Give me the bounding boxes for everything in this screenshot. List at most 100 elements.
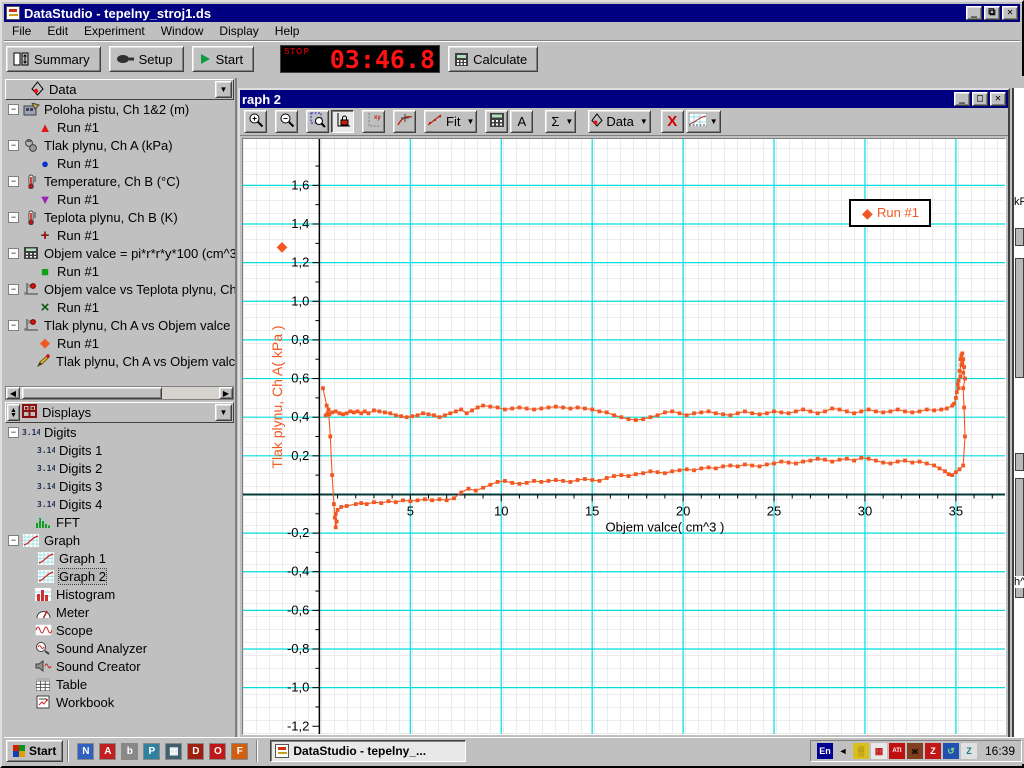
data-item[interactable]: −Objem valce = pi*r*r*y*100 (cm^3: [4, 244, 235, 262]
graph-maximize-button[interactable]: □: [972, 92, 988, 106]
antivirus-icon[interactable]: Z: [925, 743, 941, 759]
chevron-down-icon[interactable]: ▼: [640, 117, 648, 126]
calculate-button[interactable]: Calculate: [448, 46, 538, 72]
zoom-select-button[interactable]: [306, 110, 329, 133]
scroll-right-icon[interactable]: ▶: [219, 387, 233, 399]
start-button[interactable]: Start: [192, 46, 254, 72]
data-item[interactable]: −Temperature, Ch B (°C): [4, 172, 235, 190]
bird-icon[interactable]: b: [121, 743, 138, 760]
volume-icon[interactable]: ◄: [835, 743, 851, 759]
statistics-button[interactable]: Σ▼: [545, 110, 576, 133]
scrollbar-thumb[interactable]: [22, 387, 162, 399]
paint-icon[interactable]: P: [143, 743, 160, 760]
chevron-down-icon[interactable]: ▼: [710, 117, 718, 126]
display-item-workbook[interactable]: Workbook: [4, 693, 235, 711]
menu-item-edit[interactable]: Edit: [39, 22, 76, 40]
chevron-down-icon[interactable]: ▼: [565, 117, 573, 126]
display-item-digits-4[interactable]: 3.14Digits 4: [4, 495, 235, 513]
devil-icon[interactable]: ж: [907, 743, 923, 759]
flame-icon[interactable]: F: [231, 743, 248, 760]
fit-menu-button[interactable]: Fit▼: [424, 110, 477, 133]
run-item[interactable]: ●Run #1: [4, 154, 235, 172]
smart-tool-button[interactable]: [393, 110, 416, 133]
calculator-button[interactable]: [485, 110, 508, 133]
display-item-scope[interactable]: Scope: [4, 621, 235, 639]
displays-section-header[interactable]: ▲▼ Displays ▼: [5, 402, 234, 423]
display-item-sound-creator[interactable]: Sound Creator: [4, 657, 235, 675]
display-item-graph-2[interactable]: Graph 2: [4, 567, 235, 585]
restore-button[interactable]: ⧉: [984, 6, 1000, 20]
display-item-fft[interactable]: FFT: [4, 513, 235, 531]
sync-icon[interactable]: ↺: [943, 743, 959, 759]
minimize-button[interactable]: _: [966, 6, 982, 20]
run-item[interactable]: ▼Run #1: [4, 190, 235, 208]
collapse-icon[interactable]: −: [8, 427, 19, 438]
chevron-down-icon[interactable]: ▼: [466, 117, 474, 126]
notes-icon[interactable]: N: [77, 743, 94, 760]
taskbar-task-datastudio[interactable]: DataStudio - tepelny_...: [270, 740, 466, 762]
panel-splitter-spin[interactable]: ▲▼: [7, 404, 20, 421]
start-menu-button[interactable]: Start: [6, 740, 63, 762]
calculator-icon[interactable]: ▦: [165, 743, 182, 760]
data-tree-hscrollbar[interactable]: ◀ ▶: [5, 386, 234, 400]
run-item[interactable]: ×Run #1: [4, 298, 235, 316]
menu-item-file[interactable]: File: [4, 22, 39, 40]
dragon-icon[interactable]: D: [187, 743, 204, 760]
data-menu-button[interactable]: Data▼: [588, 110, 650, 133]
utility-icon[interactable]: ▒: [853, 743, 869, 759]
scale-to-fit-button[interactable]: [331, 110, 354, 133]
scheduler-icon[interactable]: ▦: [871, 743, 887, 759]
graph-close-button[interactable]: ✕: [990, 92, 1006, 106]
language-indicator[interactable]: En: [817, 743, 833, 759]
displays-dropdown-button[interactable]: ▼: [215, 404, 232, 421]
display-item-digits-2[interactable]: 3.14Digits 2: [4, 459, 235, 477]
acrobat-icon[interactable]: A: [99, 743, 116, 760]
text-annotation-button[interactable]: A: [510, 110, 533, 133]
zoom-in-button[interactable]: [244, 110, 267, 133]
ati-icon[interactable]: ATI: [889, 743, 905, 759]
run-item[interactable]: +Run #1: [4, 226, 235, 244]
summary-button[interactable]: Summary: [6, 46, 101, 72]
graph-titlebar[interactable]: raph 2 _ □ ✕: [240, 90, 1008, 108]
menu-item-experiment[interactable]: Experiment: [76, 22, 153, 40]
display-item-graph-1[interactable]: Graph 1: [4, 549, 235, 567]
delete-button[interactable]: X: [661, 110, 684, 133]
collapse-icon[interactable]: −: [8, 284, 19, 295]
collapse-icon[interactable]: −: [8, 320, 19, 331]
close-button[interactable]: ✕: [1002, 6, 1018, 20]
data-item[interactable]: −Teplota plynu, Ch B (K): [4, 208, 235, 226]
collapse-icon[interactable]: −: [8, 140, 19, 151]
menu-item-help[interactable]: Help: [267, 22, 308, 40]
data-item[interactable]: −xyTlak plynu, Ch A vs Objem valce: [4, 316, 235, 334]
display-item-sound-analyzer[interactable]: Sound Analyzer: [4, 639, 235, 657]
collapse-icon[interactable]: −: [8, 212, 19, 223]
axes-settings-button[interactable]: xy: [362, 110, 385, 133]
display-item-meter[interactable]: Meter: [4, 603, 235, 621]
collapse-icon[interactable]: −: [8, 248, 19, 259]
connection-icon[interactable]: Z: [961, 743, 977, 759]
zoom-out-button[interactable]: [275, 110, 298, 133]
data-dropdown-button[interactable]: ▼: [215, 81, 232, 98]
data-item[interactable]: −Poloha pistu, Ch 1&2 (m): [4, 100, 235, 118]
opera-icon[interactable]: O: [209, 743, 226, 760]
graph-minimize-button[interactable]: _: [954, 92, 970, 106]
collapse-icon[interactable]: −: [8, 104, 19, 115]
data-section-header[interactable]: Data ▼: [5, 79, 234, 100]
display-item-graph[interactable]: −Graph: [4, 531, 235, 549]
run-item[interactable]: ■Run #1: [4, 262, 235, 280]
scroll-left-icon[interactable]: ◀: [6, 387, 20, 399]
collapse-icon[interactable]: −: [8, 176, 19, 187]
collapse-icon[interactable]: −: [8, 535, 19, 546]
run-item[interactable]: ▲Run #1: [4, 118, 235, 136]
display-item-digits-3[interactable]: 3.14Digits 3: [4, 477, 235, 495]
data-item[interactable]: −xyObjem valce vs Teplota plynu, Ch: [4, 280, 235, 298]
run-item[interactable]: ◆Run #1: [4, 334, 235, 352]
display-item-digits[interactable]: −3.14Digits: [4, 423, 235, 441]
display-item-table[interactable]: Table: [4, 675, 235, 693]
display-item-digits-1[interactable]: 3.14Digits 1: [4, 441, 235, 459]
menu-item-display[interactable]: Display: [211, 22, 266, 40]
plot-area[interactable]: 1,61,41,21,00,80,60,40,2-0,2-0,4-0,6-0,8…: [242, 138, 1006, 735]
data-item[interactable]: −Tlak plynu, Ch A (kPa): [4, 136, 235, 154]
setup-button[interactable]: Setup: [109, 46, 184, 72]
display-item-histogram[interactable]: Histogram: [4, 585, 235, 603]
